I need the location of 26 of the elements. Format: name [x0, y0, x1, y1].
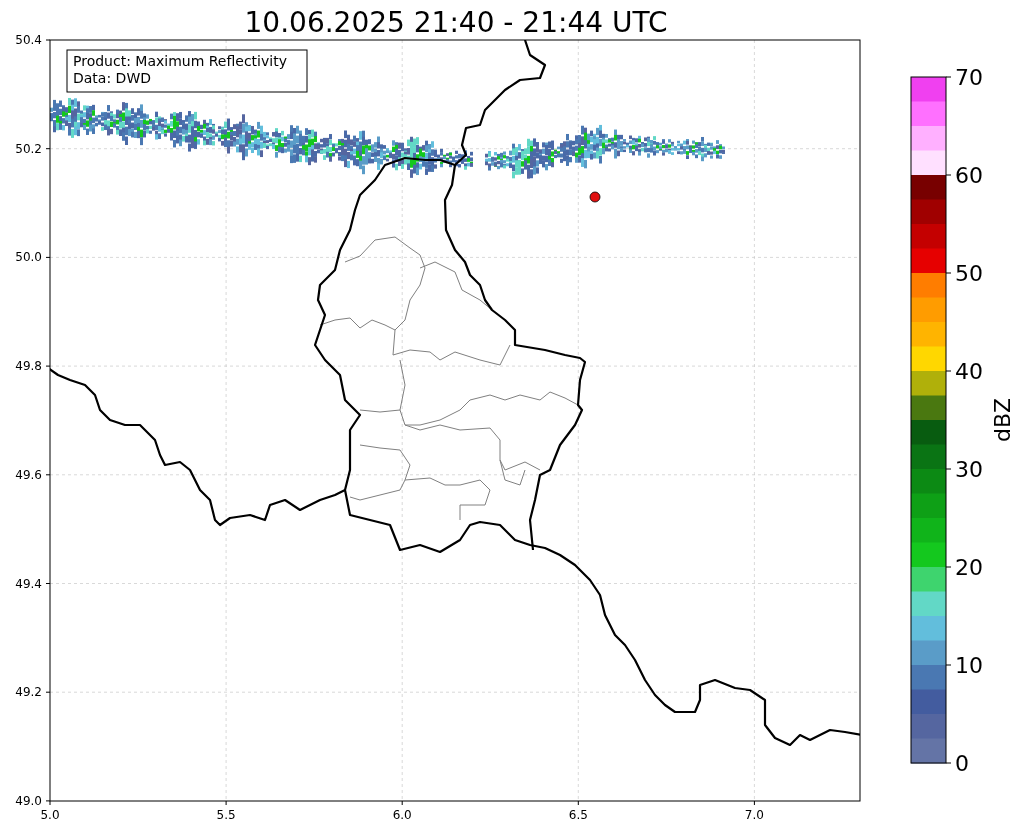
- colorbar-label: dBZ: [990, 397, 1015, 443]
- y-axis-tick-label: 49.4: [15, 576, 42, 591]
- colorbar-tick-label: 0: [955, 751, 969, 776]
- y-axis-tick-label: 50.4: [15, 33, 42, 47]
- location-marker-icon: [589, 191, 601, 203]
- y-axis-tick-label: 49.0: [15, 793, 42, 808]
- y-axis-tick-label: 49.6: [15, 467, 42, 482]
- y-axis-tick-label: 49.2: [15, 685, 42, 700]
- colorbar-tick-label: 20: [955, 555, 983, 580]
- y-axis-tick-label: 49.8: [15, 359, 42, 374]
- colorbar-tick-label: 60: [955, 163, 983, 188]
- colorbar-tick-label: 70: [955, 65, 983, 90]
- colorbar-tick-label: 40: [955, 359, 983, 384]
- y-axis-tick-label: 50.2: [15, 141, 42, 156]
- x-axis-tick-label: 5.5: [216, 808, 236, 822]
- info-text: Product: Maximum Reflectivity: [73, 53, 287, 69]
- colorbar-tick-label: 10: [955, 653, 983, 678]
- x-axis-tick-label: 5.0: [40, 808, 60, 822]
- chart-title: 10.06.2025 21:40 - 21:44 UTC: [244, 6, 668, 39]
- x-axis-tick-label: 7.0: [744, 808, 764, 822]
- colorbar-tick-label: 30: [955, 457, 983, 482]
- x-axis-tick-label: 6.5: [568, 808, 588, 822]
- x-axis-tick-label: 6.0: [392, 808, 412, 822]
- info-text: Data: DWD: [73, 70, 151, 86]
- colorbar-tick-label: 50: [955, 261, 983, 286]
- y-axis-tick-label: 50.0: [15, 250, 42, 265]
